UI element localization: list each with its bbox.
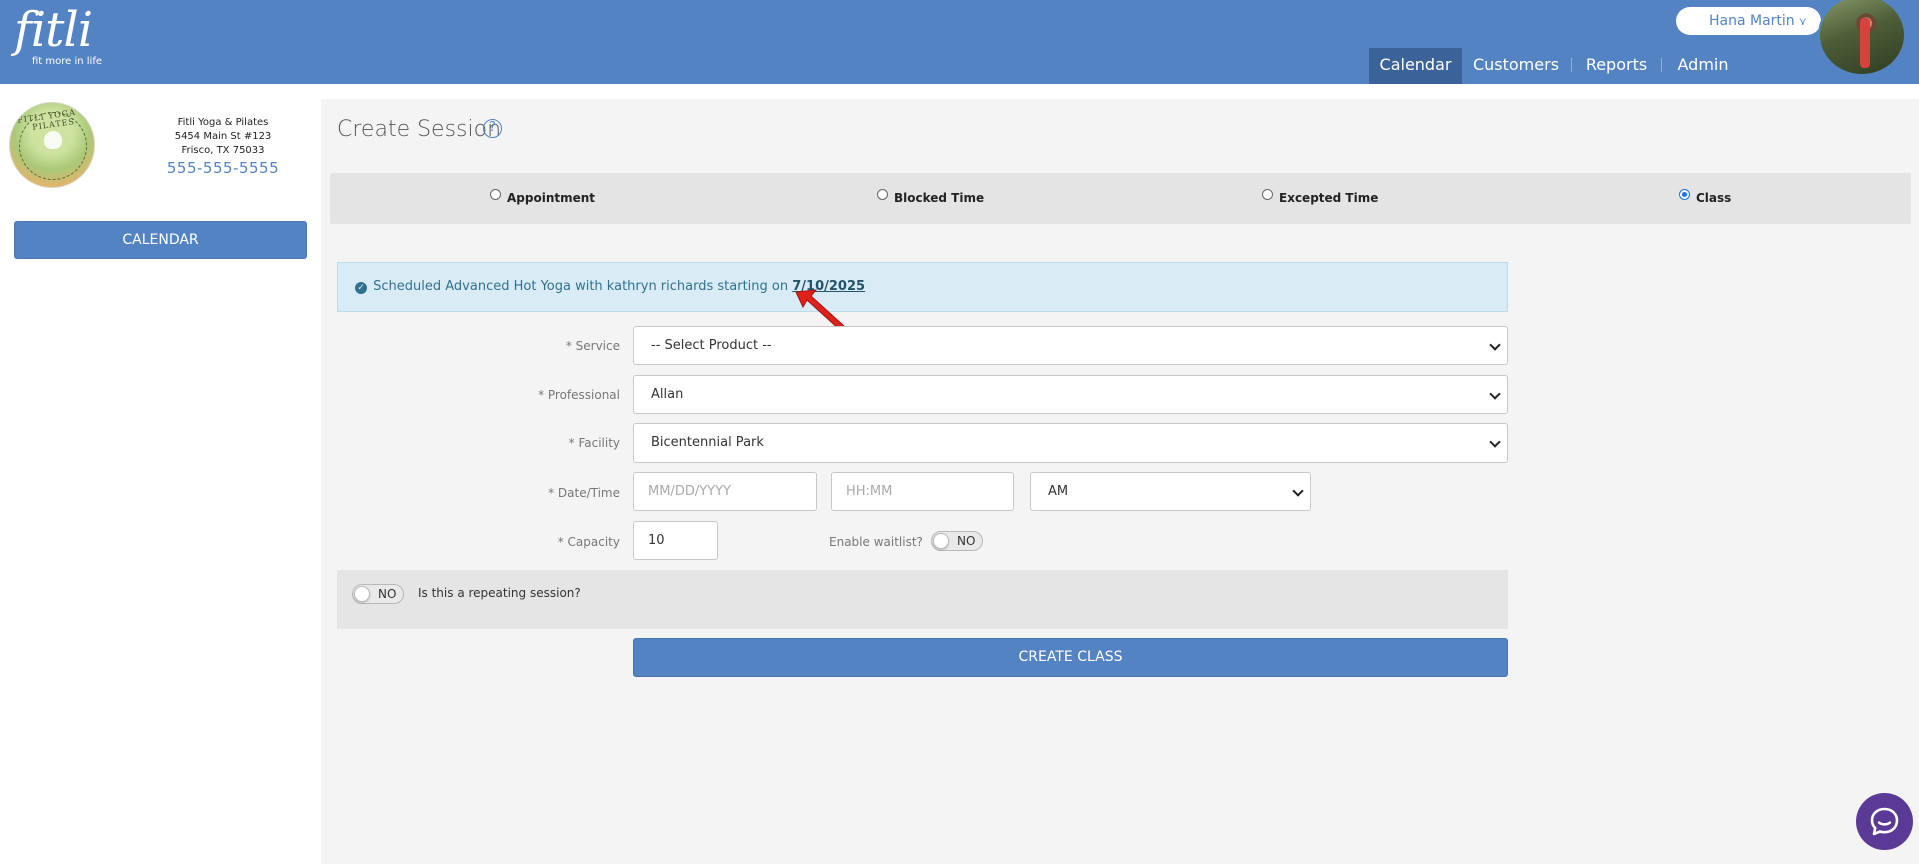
question-circle-icon[interactable]: ?: [483, 119, 502, 138]
business-logo: FITLI YOGA & PILATES: [9, 102, 95, 188]
time-input[interactable]: HH:MM: [831, 472, 1014, 511]
business-info: Fitli Yoga & Pilates 5454 Main St #123 F…: [150, 116, 296, 178]
professional-label: * Professional: [538, 388, 620, 402]
service-label: * Service: [565, 339, 620, 353]
service-select[interactable]: -- Select Product --: [633, 326, 1508, 365]
ampm-select[interactable]: AM: [1030, 472, 1311, 511]
logo-tagline: fit more in life: [32, 56, 103, 67]
repeating-section: NO Is this a repeating session?: [337, 570, 1508, 629]
capacity-label: * Capacity: [557, 535, 620, 549]
repeating-question: Is this a repeating session?: [418, 586, 581, 600]
type-blocked-time[interactable]: Blocked Time: [877, 173, 984, 224]
logo-text: fitli: [14, 2, 93, 58]
radio-blocked-time[interactable]: [877, 189, 888, 200]
waitlist-toggle[interactable]: NO: [931, 531, 983, 551]
nav-reports[interactable]: Reports: [1582, 48, 1651, 84]
check-circle-icon: ✓: [355, 282, 367, 294]
waitlist-toggle-label: NO: [957, 534, 976, 548]
type-appointment-label: Appointment: [507, 191, 596, 205]
chevron-down-icon: [1292, 484, 1304, 497]
top-header: fitli fit more in life Hana Martin ⋎ Cale…: [0, 0, 1919, 84]
alert-message: Scheduled Advanced Hot Yoga with kathryn…: [373, 279, 789, 294]
business-address-line1: 5454 Main St #123: [174, 131, 272, 142]
capacity-input[interactable]: 10: [633, 521, 718, 560]
toggle-knob: [933, 533, 949, 549]
avatar[interactable]: [1818, 0, 1906, 76]
radio-excepted-time[interactable]: [1262, 189, 1273, 200]
facility-label: * Facility: [568, 436, 620, 450]
facility-value: Bicentennial Park: [651, 435, 764, 450]
type-class[interactable]: Class: [1679, 173, 1731, 224]
service-value: -- Select Product --: [651, 338, 772, 353]
facility-select[interactable]: Bicentennial Park: [633, 423, 1508, 463]
create-class-button[interactable]: CREATE CLASS: [633, 638, 1508, 677]
calendar-button[interactable]: CALENDAR: [14, 221, 307, 259]
user-name: Hana Martin: [1709, 13, 1795, 29]
type-appointment[interactable]: Appointment: [490, 173, 595, 224]
nav-customers[interactable]: Customers: [1470, 48, 1562, 84]
double-chevron-down-icon: ⋎: [1798, 15, 1807, 28]
type-class-label: Class: [1696, 191, 1732, 205]
page-title: Create Session: [337, 117, 502, 142]
type-blocked-time-label: Blocked Time: [894, 191, 985, 205]
fitli-logo[interactable]: fitli fit more in life: [14, 2, 102, 67]
professional-value: Allan: [651, 387, 684, 402]
repeating-toggle[interactable]: NO: [352, 584, 404, 604]
date-input[interactable]: MM/DD/YYYY: [633, 472, 817, 511]
session-type-selector: Appointment Blocked Time Excepted Time C…: [330, 173, 1911, 224]
user-menu[interactable]: Hana Martin ⋎: [1676, 7, 1821, 35]
repeating-toggle-label: NO: [378, 587, 397, 601]
nav-divider: [1571, 58, 1572, 72]
professional-select[interactable]: Allan: [633, 375, 1508, 414]
chevron-down-icon: [1489, 387, 1501, 400]
datetime-label: * Date/Time: [548, 486, 620, 500]
type-excepted-time[interactable]: Excepted Time: [1262, 173, 1378, 224]
chat-bubble-icon: [1870, 807, 1899, 836]
radio-appointment[interactable]: [490, 189, 501, 200]
nav-calendar[interactable]: Calendar: [1369, 48, 1462, 84]
nav-divider: [1661, 58, 1662, 72]
radio-class[interactable]: [1679, 189, 1690, 200]
chevron-down-icon: [1489, 436, 1501, 448]
toggle-knob: [354, 586, 370, 602]
nav-admin[interactable]: Admin: [1671, 48, 1735, 84]
waitlist-label: Enable waitlist?: [829, 535, 923, 549]
chat-button[interactable]: [1856, 793, 1913, 850]
chevron-down-icon: [1489, 338, 1501, 351]
success-alert: ✓ Scheduled Advanced Hot Yoga with kathr…: [337, 262, 1508, 312]
business-name: Fitli Yoga & Pilates: [177, 117, 269, 128]
business-phone[interactable]: 555-555-5555: [150, 158, 296, 178]
type-excepted-time-label: Excepted Time: [1279, 191, 1379, 205]
ampm-value: AM: [1048, 484, 1069, 499]
business-address-line2: Frisco, TX 75033: [181, 145, 265, 156]
